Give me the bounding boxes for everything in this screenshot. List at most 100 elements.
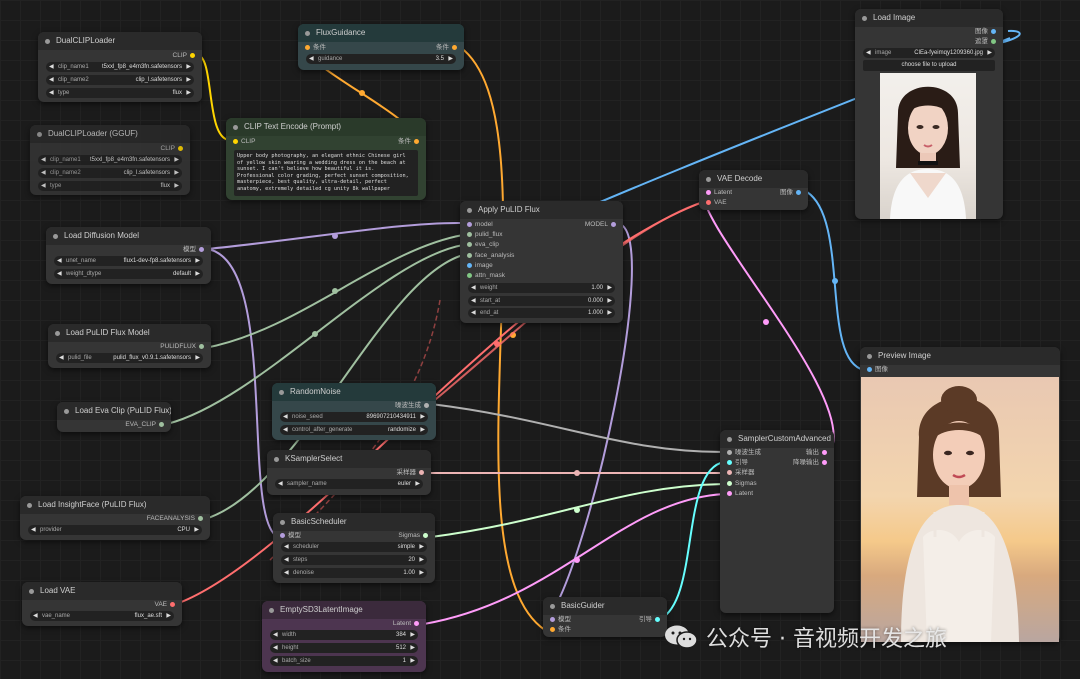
output-socket[interactable] (159, 421, 164, 427)
output-socket[interactable] (991, 28, 996, 34)
collapse-dot-icon[interactable] (280, 520, 285, 525)
collapse-dot-icon[interactable] (233, 125, 238, 130)
denoise-widget[interactable]: ◀ denoise 1.00 ▶ (281, 568, 427, 578)
collapse-dot-icon[interactable] (45, 39, 50, 44)
collapse-dot-icon[interactable] (467, 208, 472, 213)
node-vae-decode[interactable]: VAE Decode Latent 图像 VAE (699, 170, 808, 210)
type-widget[interactable]: ◀ type flux ▶ (38, 181, 182, 191)
sampler-name-widget[interactable]: ◀ sampler_name euler ▶ (275, 479, 423, 489)
steps-widget[interactable]: ◀ steps 20 ▶ (281, 555, 427, 565)
collapse-dot-icon[interactable] (274, 457, 279, 462)
output-socket[interactable] (822, 449, 827, 455)
node-load-image[interactable]: Load Image 图像 遮罩 ◀ image ClEa-fyeimqy12093… (855, 9, 1003, 219)
node-fluxguidance[interactable]: FluxGuidance 条件 条件 ◀ guidance 3.5 ▶ (298, 24, 464, 70)
collapse-dot-icon[interactable] (706, 177, 711, 182)
height-widget[interactable]: ◀ height 512 ▶ (270, 643, 418, 653)
output-socket[interactable] (199, 246, 204, 252)
input-socket[interactable] (727, 469, 732, 475)
input-socket[interactable] (727, 449, 732, 455)
collapse-dot-icon[interactable] (53, 234, 58, 239)
output-socket[interactable] (414, 620, 419, 626)
vae-name-widget[interactable]: ◀ vae_name flux_ae.sft ▶ (30, 611, 174, 621)
node-dualcliploader[interactable]: DualCLIPLoader CLIP ◀ clip_name1 t5xxl_fp8… (38, 32, 202, 102)
node-load-pulid-flux-model[interactable]: Load PuLID Flux Model PULIDFLUX ◀ pulid_f… (48, 324, 211, 368)
collapse-dot-icon[interactable] (867, 354, 872, 359)
guidance-widget[interactable]: ◀ guidance 3.5 ▶ (306, 54, 456, 64)
input-socket[interactable] (550, 616, 555, 622)
output-socket[interactable] (199, 343, 204, 349)
end-at-widget[interactable]: ◀ end_at 1.000 ▶ (468, 308, 615, 318)
collapse-dot-icon[interactable] (37, 132, 42, 137)
collapse-dot-icon[interactable] (269, 608, 274, 613)
weight-widget[interactable]: ◀ weight 1.00 ▶ (468, 283, 615, 293)
provider-widget[interactable]: ◀ provider CPU ▶ (28, 525, 202, 535)
collapse-dot-icon[interactable] (64, 409, 69, 414)
input-socket[interactable] (706, 199, 711, 205)
collapse-dot-icon[interactable] (727, 437, 732, 442)
input-socket[interactable] (467, 231, 472, 237)
input-socket[interactable] (467, 262, 472, 268)
input-socket[interactable] (867, 366, 872, 372)
upload-button[interactable]: choose file to upload (863, 60, 995, 71)
output-socket[interactable] (822, 459, 827, 465)
collapse-dot-icon[interactable] (29, 589, 34, 594)
input-socket[interactable] (467, 252, 472, 258)
output-socket[interactable] (991, 38, 996, 44)
clip-name1-widget[interactable]: ◀ clip_name1 t5xxl_fp8_e4m3fn.safetensors ▶ (46, 62, 194, 72)
node-ksamplerselect[interactable]: KSamplerSelect 采样器 ◀ sampler_name euler ▶ (267, 450, 431, 495)
collapse-dot-icon[interactable] (27, 503, 32, 508)
input-socket[interactable] (706, 189, 711, 195)
input-socket[interactable] (727, 480, 732, 486)
collapse-dot-icon[interactable] (305, 31, 310, 36)
node-clip-text-encode[interactable]: CLIP Text Encode (Prompt) CLIP 条件 Upper … (226, 118, 426, 200)
input-socket[interactable] (280, 532, 285, 538)
input-socket[interactable] (550, 626, 555, 632)
node-randomnoise[interactable]: RandomNoise 噪波生成 ◀ noise_seed 896907210434… (272, 383, 436, 440)
node-samplercustomadvanced[interactable]: SamplerCustomAdvanced 噪波生成 输出 引导 降噪输出 采样… (720, 430, 834, 613)
collapse-dot-icon[interactable] (55, 331, 60, 336)
type-widget[interactable]: ◀ type flux ▶ (46, 88, 194, 98)
input-socket[interactable] (727, 490, 732, 496)
output-socket[interactable] (414, 138, 419, 144)
clip-name2-widget[interactable]: ◀ clip_name2 clip_l.safetensors ▶ (46, 75, 194, 85)
output-socket[interactable] (419, 469, 424, 475)
input-socket[interactable] (467, 221, 472, 227)
clip-name1-widget[interactable]: ◀ clip_name1 t5xxl_fp8_e4m3fn.safetensors ▶ (38, 155, 182, 165)
noise-seed-widget[interactable]: ◀ noise_seed 896907210434911 ▶ (280, 412, 428, 422)
unet-name-widget[interactable]: ◀ unet_name flux1-dev-fp8.safetensors ▶ (54, 256, 203, 266)
image-widget[interactable]: ◀ image ClEa-fyeimqy1209360.jpg ▶ (863, 48, 995, 58)
node-apply-pulid-flux[interactable]: Apply PuLID Flux model MODEL pulid_flux … (460, 201, 623, 323)
input-socket[interactable] (467, 272, 472, 278)
collapse-dot-icon[interactable] (862, 16, 867, 21)
node-basicguider[interactable]: BasicGuider 模型 引导 条件 (543, 597, 667, 637)
input-socket[interactable] (233, 138, 238, 144)
width-widget[interactable]: ◀ width 384 ▶ (270, 630, 418, 640)
output-socket[interactable] (655, 616, 660, 622)
node-emptysd3latentimage[interactable]: EmptySD3LatentImage Latent ◀ width 384 ▶ ◀ h… (262, 601, 426, 672)
node-load-eva-clip[interactable]: Load Eva Clip (PuLID Flux) EVA_CLIP (57, 402, 171, 432)
collapse-dot-icon[interactable] (279, 390, 284, 395)
collapse-dot-icon[interactable] (550, 604, 555, 609)
weight-dtype-widget[interactable]: ◀ weight_dtype default ▶ (54, 269, 203, 279)
node-load-insightface[interactable]: Load InsightFace (PuLID Flux) FACEANALYS… (20, 496, 210, 540)
node-dualcliploader-gguf[interactable]: DualCLIPLoader (GGUF) CLIP ◀ clip_name1 t5… (30, 125, 190, 195)
output-socket[interactable] (424, 402, 429, 408)
output-socket[interactable] (452, 44, 457, 50)
node-load-diffusion-model[interactable]: Load Diffusion Model 模型 ◀ unet_name flux1-… (46, 227, 211, 284)
input-socket[interactable] (305, 44, 310, 50)
scheduler-widget[interactable]: ◀ scheduler simple ▶ (281, 542, 427, 552)
prompt-textarea[interactable]: Upper body photography, an elegant ethni… (234, 150, 418, 196)
output-socket[interactable] (198, 515, 203, 521)
node-load-vae[interactable]: Load VAE VAE ◀ vae_name flux_ae.sft ▶ (22, 582, 182, 626)
output-socket[interactable] (611, 221, 616, 227)
input-socket[interactable] (727, 459, 732, 465)
output-socket[interactable] (423, 532, 428, 538)
output-socket[interactable] (170, 601, 175, 607)
node-basicscheduler[interactable]: BasicScheduler 模型 Sigmas ◀ scheduler simpl… (273, 513, 435, 583)
node-preview-image[interactable]: Preview Image 图像 (860, 347, 1060, 642)
batch-size-widget[interactable]: ◀ batch_size 1 ▶ (270, 656, 418, 666)
output-socket[interactable] (190, 52, 195, 58)
pulid-file-widget[interactable]: ◀ pulid_file pulid_flux_v0.9.1.safetensors… (56, 353, 203, 363)
input-socket[interactable] (467, 241, 472, 247)
control-after-generate-widget[interactable]: ◀ control_after_generate randomize ▶ (280, 425, 428, 435)
